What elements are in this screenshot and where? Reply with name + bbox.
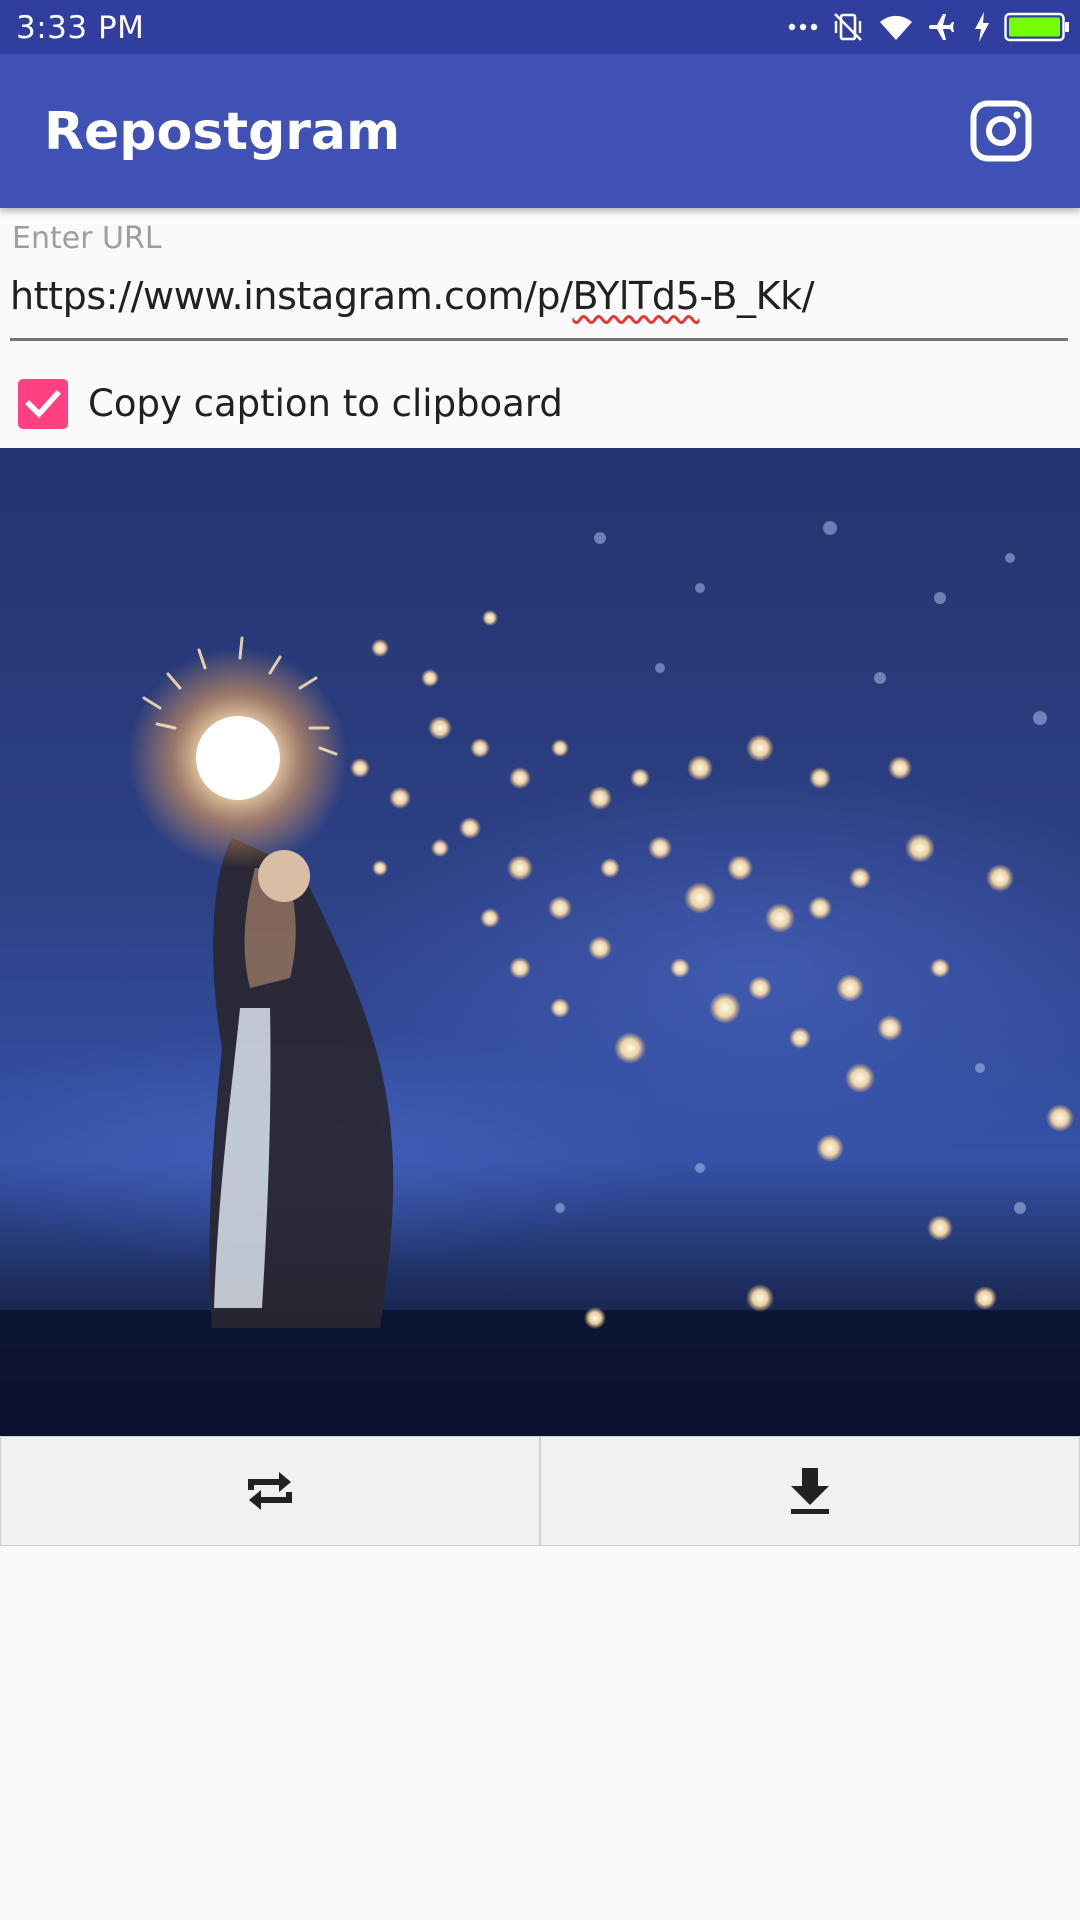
repost-icon <box>248 1472 292 1510</box>
status-time: 3:33 PM <box>16 10 145 46</box>
battery-icon <box>1004 12 1070 42</box>
check-icon <box>25 390 61 418</box>
app-title: Repostgram <box>44 102 401 162</box>
url-text-prefix: https://www.instagram.com/p/ <box>10 274 573 318</box>
wifi-icon <box>878 12 914 42</box>
url-text-misspelled: BYlTd5 <box>572 274 700 318</box>
instagram-button[interactable] <box>970 100 1032 162</box>
more-dots-icon <box>788 22 818 32</box>
copy-caption-option[interactable]: Copy caption to clipboard <box>18 376 563 432</box>
app-bar: Repostgram <box>0 54 1080 208</box>
vibrate-off-icon <box>832 11 864 43</box>
copy-caption-label: Copy caption to clipboard <box>88 382 563 425</box>
charging-bolt-icon <box>974 12 990 42</box>
post-image <box>0 448 1080 1436</box>
airplane-icon <box>928 11 960 43</box>
url-text-suffix: -B_Kk/ <box>699 274 815 318</box>
download-icon <box>791 1468 829 1514</box>
repost-button[interactable] <box>0 1436 540 1546</box>
action-bar <box>0 1436 1080 1548</box>
status-icons <box>788 9 1070 45</box>
instagram-icon <box>970 100 1032 162</box>
download-button[interactable] <box>540 1436 1080 1546</box>
status-bar: 3:33 PM <box>0 0 1080 54</box>
url-input[interactable]: https://www.instagram.com/p/BYlTd5-B_Kk/ <box>10 274 1068 341</box>
url-field-label: Enter URL <box>12 221 162 256</box>
copy-caption-checkbox[interactable] <box>18 379 68 429</box>
